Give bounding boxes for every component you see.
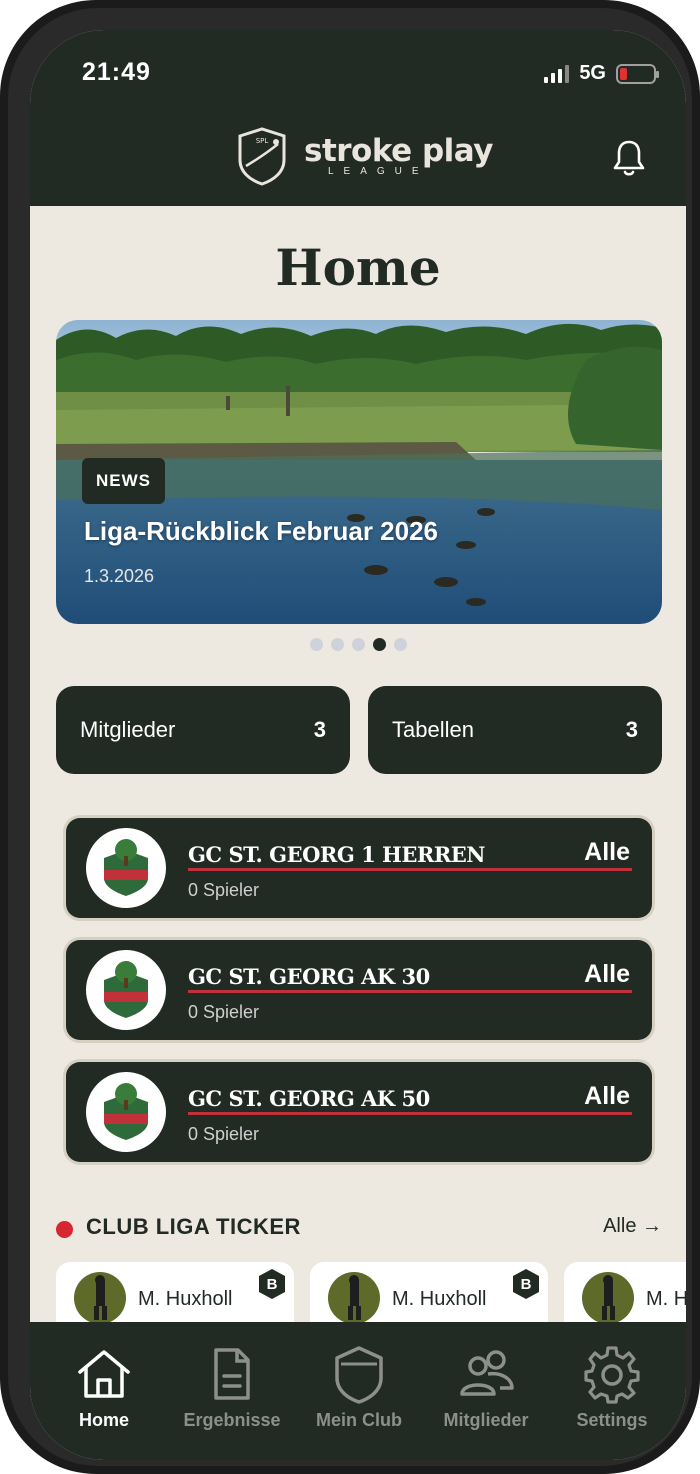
carousel-dot[interactable] — [309, 638, 323, 651]
nav-label: Ergebnisse — [183, 1410, 281, 1430]
svg-text:B: B — [521, 1276, 532, 1293]
team-card[interactable]: GC ST. GEORG AK 30 Alle 0 Spieler — [66, 940, 652, 1040]
nav-label: Mitglieder — [443, 1410, 529, 1430]
nav-members[interactable]: Mitglieder — [422, 1344, 550, 1431]
app-logo: SPL stroke play LEAGUE — [236, 126, 493, 186]
nav-results[interactable]: Ergebnisse — [168, 1344, 296, 1431]
stat-value: 3 — [625, 717, 638, 742]
club-logo — [86, 828, 166, 908]
nav-settings[interactable]: Settings — [548, 1344, 676, 1431]
status-indicators: 5G — [544, 62, 659, 85]
stat-value: 3 — [313, 717, 326, 742]
rank-badge-icon: B — [513, 1269, 539, 1299]
network-label: 5G — [579, 62, 606, 84]
news-hero-card[interactable]: NEWS Liga-Rückblick Februar 2026 1.3.202… — [56, 320, 662, 624]
nav-my-club[interactable]: Mein Club — [295, 1344, 423, 1431]
members-stat-card[interactable]: Mitglieder 3 — [56, 686, 350, 774]
carousel-dot[interactable] — [393, 638, 407, 651]
app-header: 21:49 5G SPL stroke play LEAGUE — [30, 30, 686, 206]
live-dot-icon — [56, 1221, 73, 1238]
nav-home[interactable]: Home — [40, 1344, 168, 1431]
carousel-dot[interactable] — [372, 638, 386, 651]
page-title: Home — [275, 238, 441, 297]
team-divider — [188, 990, 632, 993]
shield-icon — [335, 1346, 383, 1404]
logo-title: stroke play — [304, 132, 493, 169]
ticker-header: CLUB LIGA TICKER Alle → — [56, 1214, 662, 1244]
gear-icon — [584, 1346, 640, 1404]
carousel-dot[interactable] — [330, 638, 344, 651]
avatar — [74, 1272, 126, 1324]
nav-label: Home — [78, 1410, 129, 1430]
logo-subtitle: LEAGUE — [328, 165, 429, 177]
team-player-count: 0 Spieler — [188, 880, 260, 900]
team-card[interactable]: GC ST. GEORG 1 HERREN Alle 0 Spieler — [66, 818, 652, 918]
team-name: GC ST. GEORG AK 30 — [188, 964, 430, 989]
bottom-navigation: Home Ergebnisse Mein Club Mitglieder Set… — [30, 1322, 686, 1460]
ticker-all-link[interactable]: Alle → — [603, 1215, 662, 1238]
avatar — [328, 1272, 380, 1324]
team-all-link[interactable]: Alle — [584, 838, 630, 867]
avatar — [582, 1272, 634, 1324]
carousel-dots[interactable] — [30, 638, 686, 651]
logo-badge-text: SPL — [256, 137, 269, 145]
ticker-player-name: M. Huxholl — [138, 1288, 233, 1310]
carousel-dot[interactable] — [351, 638, 365, 651]
stat-label: Mitglieder — [80, 717, 176, 742]
team-name: GC ST. GEORG AK 50 — [188, 1086, 430, 1111]
svg-text:B: B — [267, 1276, 278, 1293]
app-screen: 21:49 5G SPL stroke play LEAGUE Home NEW… — [30, 30, 686, 1460]
battery-icon — [616, 63, 659, 84]
status-time: 21:49 — [82, 58, 151, 86]
stat-label: Tabellen — [392, 717, 474, 742]
news-title: Liga-Rückblick Februar 2026 — [84, 516, 439, 546]
team-name: GC ST. GEORG 1 HERREN — [188, 842, 485, 867]
ticker-title: CLUB LIGA TICKER — [86, 1214, 301, 1239]
club-logo — [86, 950, 166, 1030]
logo-shield-icon: SPL — [238, 127, 286, 186]
news-date: 1.3.2026 — [84, 566, 155, 586]
team-all-link[interactable]: Alle — [584, 960, 630, 989]
tables-stat-card[interactable]: Tabellen 3 — [368, 686, 662, 774]
team-divider — [188, 868, 632, 871]
club-logo — [86, 1072, 166, 1152]
ticker-player-name: M. Huxholl — [646, 1288, 686, 1310]
rank-badge-icon: B — [259, 1269, 285, 1299]
nav-label: Mein Club — [316, 1410, 402, 1430]
team-player-count: 0 Spieler — [188, 1002, 260, 1022]
nav-label: Settings — [576, 1410, 648, 1430]
phone-frame: 21:49 5G SPL stroke play LEAGUE Home NEW… — [0, 0, 700, 1474]
ticker-player-name: M. Huxholl — [392, 1288, 487, 1310]
team-divider — [188, 1112, 632, 1115]
users-icon — [460, 1350, 514, 1396]
bell-icon[interactable] — [612, 138, 646, 178]
team-all-link[interactable]: Alle — [584, 1082, 630, 1111]
home-icon — [78, 1350, 130, 1398]
document-icon — [214, 1348, 250, 1400]
signal-icon — [544, 64, 570, 83]
team-player-count: 0 Spieler — [188, 1124, 260, 1144]
news-badge: NEWS — [82, 458, 165, 504]
phone-bezel: 21:49 5G SPL stroke play LEAGUE Home NEW… — [8, 8, 692, 1466]
team-card[interactable]: GC ST. GEORG AK 50 Alle 0 Spieler — [66, 1062, 652, 1162]
